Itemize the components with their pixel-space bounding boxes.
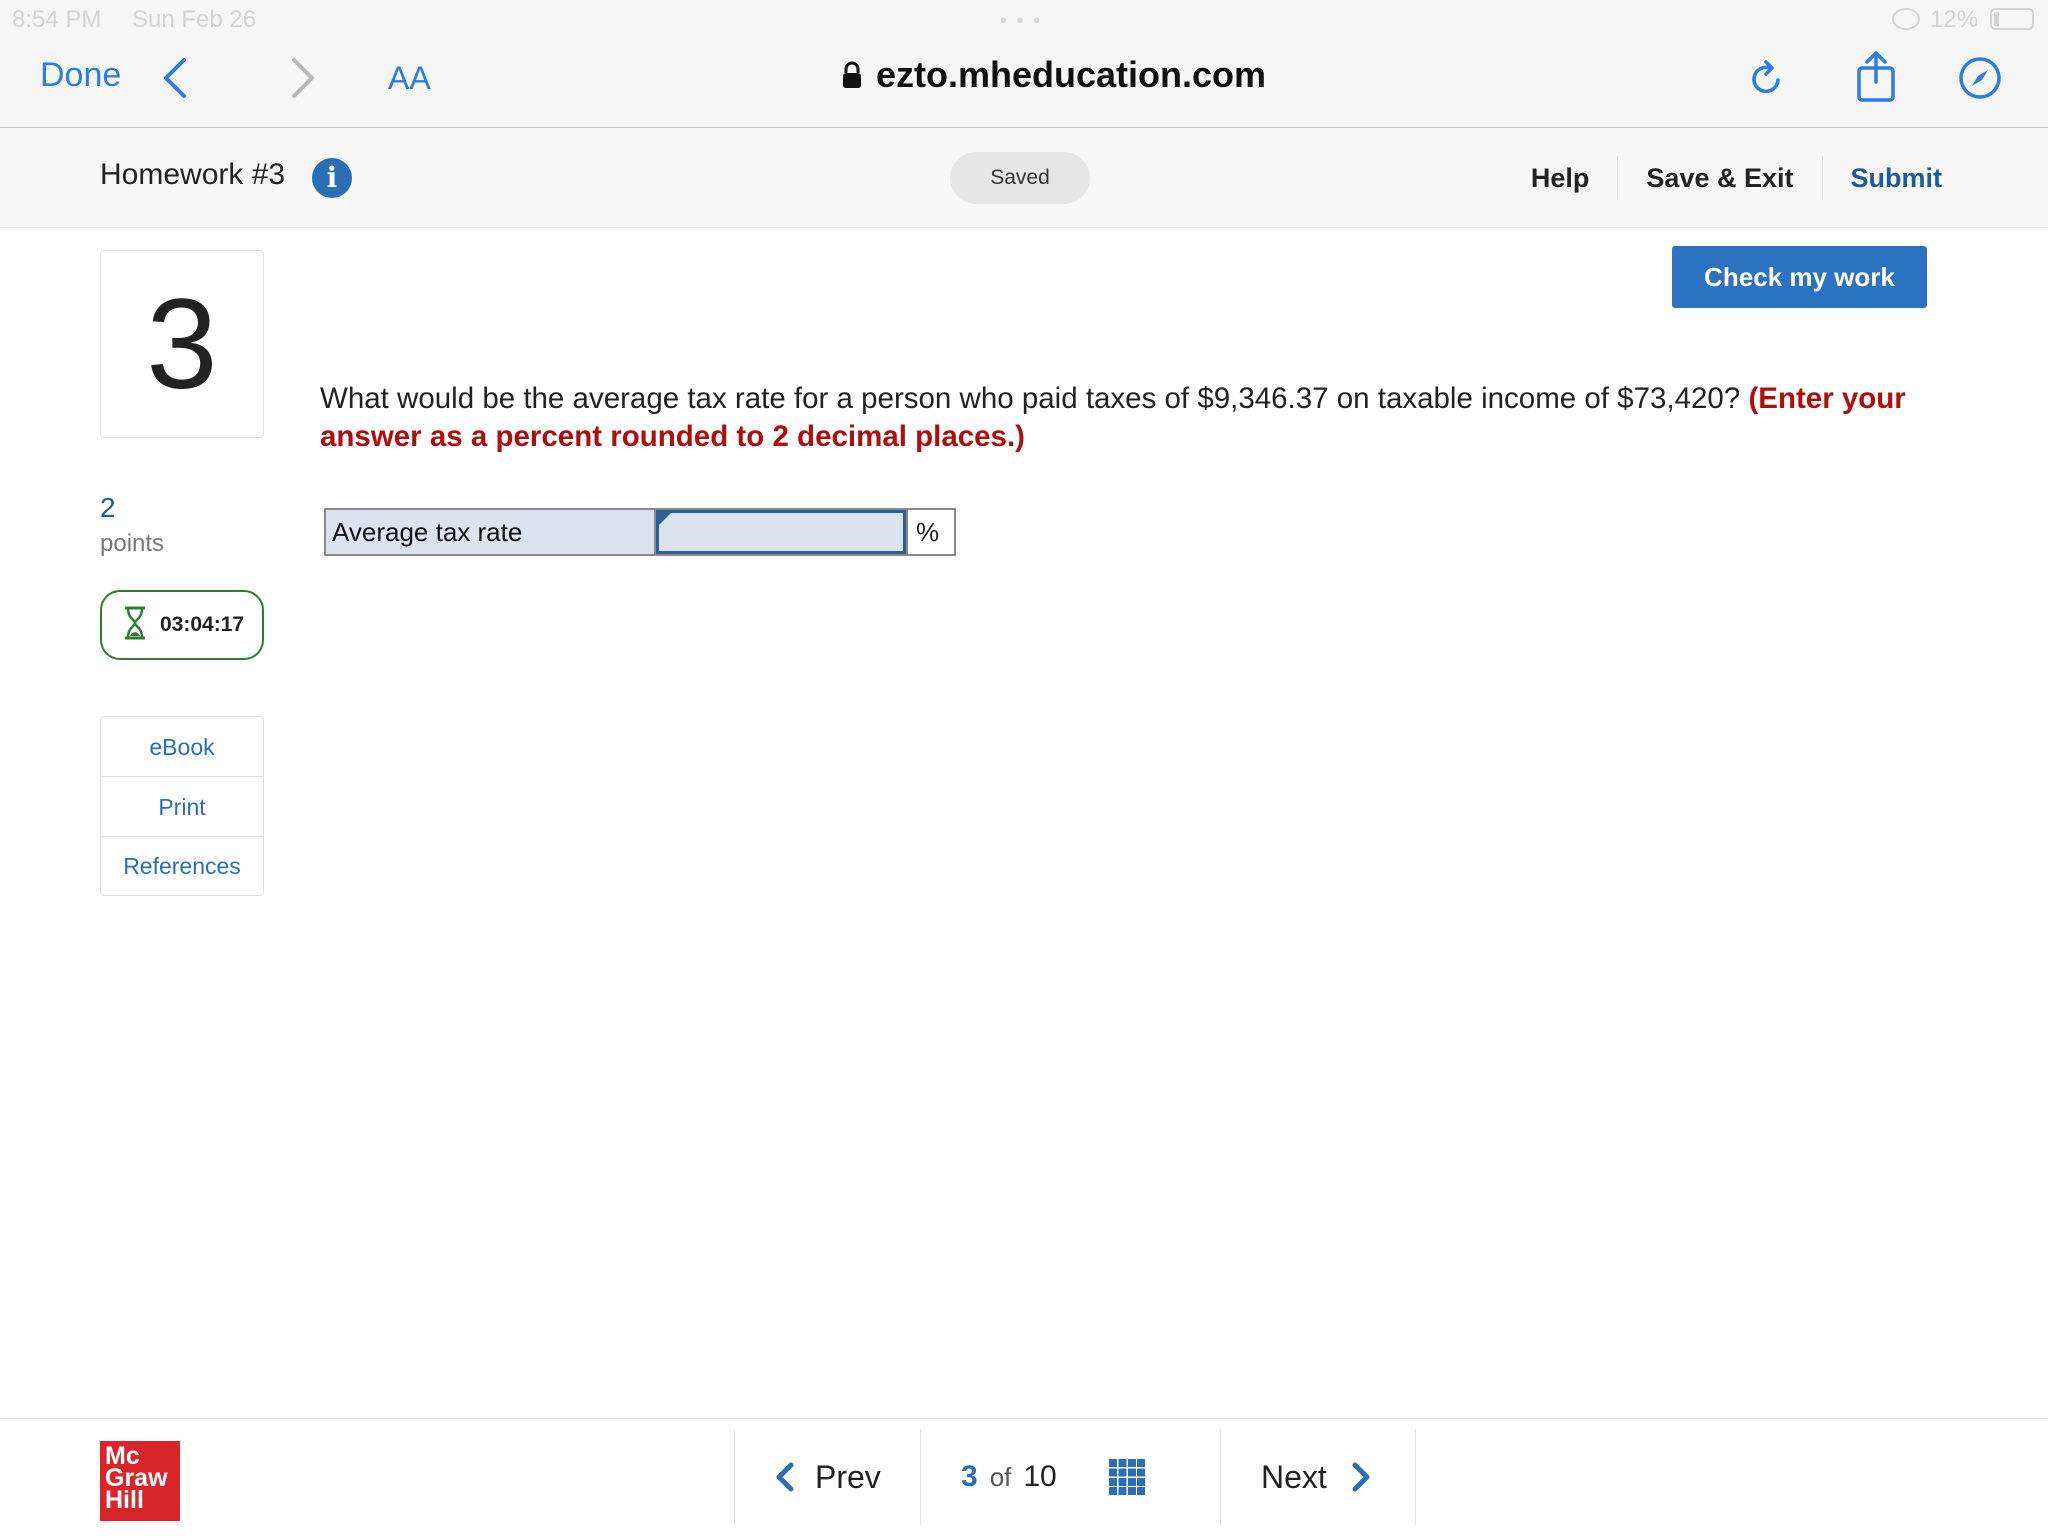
answer-label: Average tax rate	[326, 510, 656, 554]
references-link[interactable]: References	[101, 837, 263, 895]
hourglass-icon	[124, 606, 146, 645]
points-label: points	[100, 530, 165, 557]
question-pager: Prev 3 of 10 Next	[734, 1429, 1416, 1525]
address-bar[interactable]: ezto.mheducation.com	[842, 54, 1266, 96]
compass-icon[interactable]	[1958, 56, 2002, 105]
status-bar: 8:54 PM Sun Feb 26 • • • 12%	[0, 0, 2048, 40]
lock-icon	[843, 61, 861, 88]
battery-percent: 12%	[1930, 6, 1979, 33]
mcgraw-hill-logo: Mc Graw Hill	[100, 1441, 180, 1521]
saved-status-badge: Saved	[950, 152, 1090, 204]
question-prompt: What would be the average tax rate for a…	[320, 382, 1741, 415]
info-icon[interactable]: i	[312, 158, 352, 198]
done-button[interactable]: Done	[40, 56, 121, 95]
question-map-button[interactable]: 3 of 10	[920, 1429, 1220, 1525]
total-pages: 10	[1023, 1460, 1057, 1493]
print-link[interactable]: Print	[101, 777, 263, 837]
save-exit-link[interactable]: Save & Exit	[1618, 157, 1821, 200]
next-button[interactable]: Next	[1220, 1429, 1416, 1525]
answer-table: Average tax rate %	[324, 508, 956, 556]
multitasking-dots-icon[interactable]: • • •	[1000, 10, 1042, 33]
answer-field-container	[656, 510, 906, 554]
chevron-left-icon	[776, 1462, 794, 1492]
grid-icon	[1108, 1459, 1145, 1495]
forward-icon[interactable]	[288, 56, 318, 105]
question-number: 3	[100, 250, 264, 438]
ebook-link[interactable]: eBook	[101, 717, 263, 777]
status-date: Sun Feb 26	[132, 6, 257, 33]
of-label: of	[989, 1461, 1012, 1492]
next-label: Next	[1261, 1458, 1327, 1495]
url-text: ezto.mheducation.com	[876, 54, 1267, 95]
browser-toolbar: Done AA ezto.mheducation.com	[0, 40, 2048, 128]
chevron-right-icon	[1352, 1462, 1370, 1492]
footer-bar: Mc Graw Hill Prev 3 of 10 Next	[0, 1418, 2048, 1536]
app-header: Homework #3 i Saved Help Save & Exit Sub…	[0, 128, 2048, 228]
percent-unit: %	[906, 510, 954, 554]
prev-label: Prev	[815, 1458, 881, 1495]
battery-icon	[1990, 8, 2034, 30]
input-flag-icon	[659, 513, 671, 525]
check-my-work-button[interactable]: Check my work	[1672, 246, 1927, 308]
timer-badge[interactable]: 03:04:17	[100, 590, 264, 660]
share-icon[interactable]	[1856, 50, 1896, 107]
current-page: 3	[961, 1460, 978, 1493]
back-icon[interactable]	[160, 56, 190, 105]
prev-button[interactable]: Prev	[734, 1429, 920, 1525]
header-nav: Help Save & Exit Submit	[1503, 156, 1970, 200]
status-time: 8:54 PM	[12, 6, 102, 33]
reload-icon[interactable]	[1748, 58, 1784, 103]
question-text: What would be the average tax rate for a…	[320, 380, 1960, 456]
tools-panel: eBook Print References	[100, 716, 264, 896]
help-link[interactable]: Help	[1503, 157, 1618, 200]
text-size-button[interactable]: AA	[388, 60, 431, 97]
assignment-title: Homework #3	[100, 158, 286, 191]
timer-value: 03:04:17	[160, 613, 245, 636]
average-tax-rate-input[interactable]	[659, 513, 903, 551]
submit-link[interactable]: Submit	[1823, 157, 1971, 200]
rotation-lock-icon	[1892, 8, 1920, 30]
logo-line: Hill	[105, 1486, 144, 1514]
points-value: 2	[100, 492, 116, 523]
